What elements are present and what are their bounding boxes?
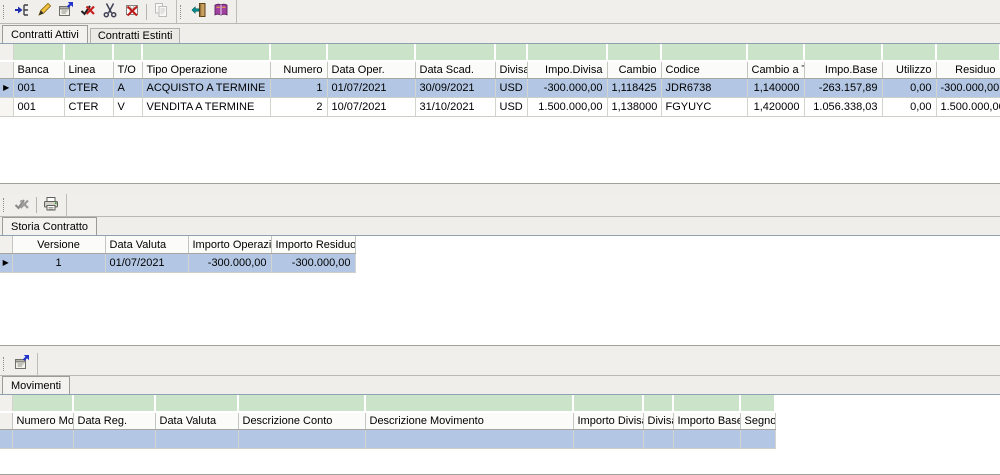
storia-toolbar-group — [0, 194, 67, 216]
movimenti-toolbar — [0, 353, 1000, 376]
col-divisa[interactable]: Divisa — [643, 412, 673, 429]
exit-button[interactable] — [188, 2, 210, 22]
col-importo-divisa[interactable]: Importo Divisa — [573, 412, 643, 429]
storia-grid: Versione Data Valuta Importo Operazione … — [0, 236, 356, 273]
row-indicator-header — [0, 44, 13, 61]
cut-scissors-icon — [102, 2, 118, 21]
toolbar-separator — [36, 197, 37, 213]
col-descrizione-conto[interactable]: Descrizione Conto — [238, 412, 365, 429]
column-header-row: Numero Mov. Data Reg. Data Valuta Descri… — [0, 412, 775, 429]
col-tipo-operazione[interactable]: Tipo Operazione — [142, 61, 270, 78]
section-gap — [0, 184, 1000, 194]
main-toolbar-group-edit — [0, 0, 177, 23]
col-numero-mov[interactable]: Numero Mov. — [12, 412, 73, 429]
col-importo-residuo[interactable]: Importo Residuo — [271, 236, 355, 253]
current-row-triangle-icon: ▶ — [3, 83, 9, 92]
append-record-icon — [14, 2, 30, 21]
col-banca[interactable]: Banca — [13, 61, 64, 78]
properties-button[interactable] — [55, 2, 77, 22]
col-data-oper[interactable]: Data Oper. — [327, 61, 415, 78]
toolbar-gripper[interactable] — [3, 5, 7, 19]
row-indicator — [0, 97, 13, 116]
col-numero[interactable]: Numero — [270, 61, 327, 78]
append-record-button[interactable] — [11, 2, 33, 22]
storia-cancel-button[interactable] — [11, 195, 33, 215]
storia-row-selected[interactable]: ▶ 1 01/07/2021 -300.000,00 -300.000,00 — [0, 253, 355, 272]
col-codice[interactable]: Codice — [661, 61, 747, 78]
col-descrizione-movimento[interactable]: Descrizione Movimento — [365, 412, 573, 429]
cancel-icon — [80, 2, 96, 21]
group-header-row — [0, 44, 1000, 61]
contratti-grid: Banca Linea T/O Tipo Operazione Numero D… — [0, 44, 1000, 117]
exit-door-icon — [191, 2, 207, 21]
movimenti-empty-row[interactable] — [0, 429, 775, 448]
help-button[interactable] — [210, 2, 232, 22]
cancel-button[interactable] — [77, 2, 99, 22]
column-header-row: Versione Data Valuta Importo Operazione … — [0, 236, 355, 253]
copy-button[interactable] — [150, 2, 172, 22]
col-data-valuta[interactable]: Data Valuta — [155, 412, 238, 429]
col-impo-base[interactable]: Impo.Base — [804, 61, 882, 78]
col-data-reg[interactable]: Data Reg. — [73, 412, 155, 429]
col-divisa[interactable]: Divisa — [495, 61, 527, 78]
col-importo-base[interactable]: Importo Base — [673, 412, 740, 429]
movimenti-tabstrip: Movimenti — [0, 376, 1000, 394]
toolbar-separator — [146, 4, 147, 20]
col-impo-divisa[interactable]: Impo.Divisa — [527, 61, 607, 78]
help-book-icon — [213, 2, 229, 21]
movimenti-properties-button[interactable] — [11, 354, 33, 374]
movimenti-toolbar-group — [0, 353, 38, 375]
storia-toolbar — [0, 194, 1000, 217]
col-residuo[interactable]: Residuo — [936, 61, 1000, 78]
section-gap — [0, 346, 1000, 353]
col-to[interactable]: T/O — [113, 61, 142, 78]
tab-contratti-estinti[interactable]: Contratti Estinti — [90, 28, 181, 43]
cut-button[interactable] — [99, 2, 121, 22]
col-segno[interactable]: Segno — [740, 412, 775, 429]
row-indicator: ▶ — [0, 253, 12, 272]
current-row-triangle-icon: ▶ — [3, 258, 9, 267]
tab-contratti-attivi[interactable]: Contratti Attivi — [2, 25, 88, 43]
delete-record-icon — [124, 2, 140, 21]
col-cambio[interactable]: Cambio — [607, 61, 661, 78]
toolbar-gripper[interactable] — [3, 198, 7, 212]
properties-icon — [14, 355, 30, 374]
toolbar-gripper[interactable] — [3, 357, 7, 371]
col-data-valuta[interactable]: Data Valuta — [105, 236, 188, 253]
printer-icon — [43, 196, 59, 215]
col-linea[interactable]: Linea — [64, 61, 113, 78]
edit-pencil-icon — [36, 2, 52, 21]
main-toolbar-group-app — [177, 0, 237, 23]
storia-tabstrip: Storia Contratto — [0, 217, 1000, 235]
delete-button[interactable] — [121, 2, 143, 22]
copy-icon — [153, 2, 169, 21]
contratti-grid-area: Banca Linea T/O Tipo Operazione Numero D… — [0, 43, 1000, 184]
contratti-row-selected[interactable]: ▶ 001 CTER A ACQUISTO A TERMINE 1 01/07/… — [0, 78, 1000, 97]
edit-button[interactable] — [33, 2, 55, 22]
row-indicator — [0, 429, 12, 448]
row-indicator: ▶ — [0, 78, 13, 97]
tab-storia-contratto[interactable]: Storia Contratto — [2, 217, 97, 235]
col-data-scad[interactable]: Data Scad. — [415, 61, 495, 78]
group-header-row — [0, 395, 775, 412]
contratti-tabstrip: Contratti Attivi Contratti Estinti — [0, 24, 1000, 43]
contratti-row[interactable]: 001 CTER V VENDITA A TERMINE 2 10/07/202… — [0, 97, 1000, 116]
column-header-row: Banca Linea T/O Tipo Operazione Numero D… — [0, 61, 1000, 78]
col-cambio-a-t[interactable]: Cambio a T. — [747, 61, 804, 78]
tab-movimenti[interactable]: Movimenti — [2, 376, 70, 394]
row-indicator-header — [0, 395, 12, 412]
toolbar-gripper[interactable] — [180, 5, 184, 19]
cancel-icon — [14, 196, 30, 215]
col-versione[interactable]: Versione — [12, 236, 105, 253]
storia-grid-area: Versione Data Valuta Importo Operazione … — [0, 235, 1000, 346]
main-toolbar — [0, 0, 1000, 24]
col-importo-operazione[interactable]: Importo Operazione — [188, 236, 271, 253]
print-button[interactable] — [40, 195, 62, 215]
movimenti-grid: Numero Mov. Data Reg. Data Valuta Descri… — [0, 395, 776, 449]
col-utilizzo[interactable]: Utilizzo — [882, 61, 936, 78]
properties-icon — [58, 2, 74, 21]
movimenti-grid-area: Numero Mov. Data Reg. Data Valuta Descri… — [0, 394, 1000, 475]
